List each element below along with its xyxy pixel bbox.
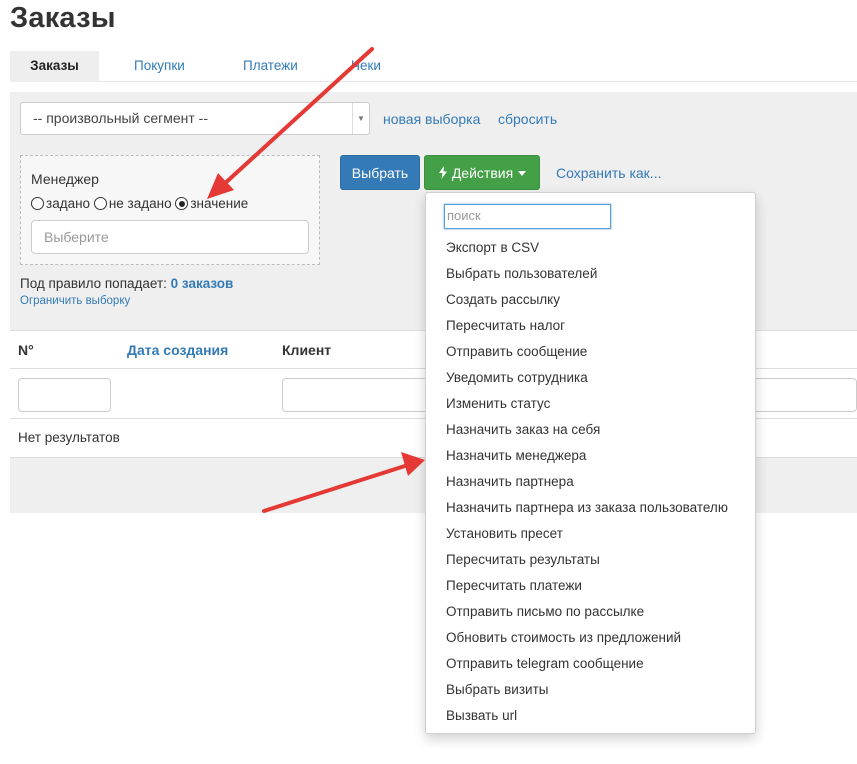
dropdown-item[interactable]: Создать рассылку [426, 287, 755, 313]
radio-value-label: значение [190, 196, 249, 211]
dropdown-item[interactable]: Отправить сообщение [426, 339, 755, 365]
manager-select-input[interactable]: Выберите [31, 220, 309, 254]
dropdown-item[interactable]: Назначить партнера из заказа пользовател… [426, 495, 755, 521]
reset-link[interactable]: сбросить [498, 111, 557, 127]
rule-count-link[interactable]: 0 заказов [171, 276, 234, 291]
radio-circle-icon[interactable] [93, 197, 107, 210]
select-arrow-icon[interactable]: ▼ [352, 103, 369, 134]
column-number: N° [18, 342, 34, 358]
dropdown-item[interactable]: Экспорт в CSV [426, 235, 755, 261]
segment-select-value: -- произвольный сегмент -- [33, 110, 208, 126]
dropdown-item[interactable]: Уведомить сотрудника [426, 365, 755, 391]
tab-payments[interactable]: Платежи [243, 51, 298, 82]
dropdown-item[interactable]: Изменить статус [426, 391, 755, 417]
dropdown-item[interactable]: Выбрать визиты [426, 677, 755, 703]
dropdown-item[interactable]: Отправить telegram сообщение [426, 651, 755, 677]
radio-set[interactable]: задано [31, 196, 90, 211]
dropdown-item[interactable]: Назначить менеджера [426, 443, 755, 469]
radio-not-set[interactable]: не задано [93, 196, 172, 211]
column-client: Клиент [282, 342, 332, 358]
actions-button[interactable]: Действия [424, 155, 540, 190]
dropdown-item[interactable]: Отправить письмо по рассылке [426, 599, 755, 625]
manager-radio-group: задано не задано значение [31, 196, 248, 211]
save-as-link[interactable]: Сохранить как... [556, 165, 661, 181]
dropdown-item[interactable]: Назначить заказ на себя [426, 417, 755, 443]
radio-checked-icon[interactable] [175, 197, 189, 210]
rule-prefix: Под правило попадает: [20, 276, 167, 291]
select-button[interactable]: Выбрать [340, 155, 420, 190]
rule-summary: Под правило попадает: 0 заказов [20, 276, 233, 291]
tab-purchases[interactable]: Покупки [134, 51, 185, 82]
tab-orders[interactable]: Заказы [10, 51, 99, 82]
dropdown-item[interactable]: Пересчитать налог [426, 313, 755, 339]
lightning-icon [438, 166, 447, 179]
dropdown-search-input[interactable]: поиск [444, 204, 611, 229]
caret-down-icon [518, 171, 527, 176]
dropdown-item[interactable]: Пересчитать результаты [426, 547, 755, 573]
radio-not-set-label: не задано [108, 196, 172, 211]
radio-circle-icon[interactable] [31, 197, 44, 210]
manager-label: Менеджер [31, 171, 99, 187]
dropdown-list: Экспорт в CSV Выбрать пользователей Создат… [426, 235, 755, 729]
dropdown-item[interactable]: Установить пресет [426, 521, 755, 547]
dropdown-item[interactable]: Назначить партнера [426, 469, 755, 495]
dropdown-item[interactable]: Пересчитать платежи [426, 573, 755, 599]
radio-set-label: задано [46, 196, 91, 211]
tabs-bar: Заказы Покупки Платежи Чеки [10, 51, 857, 82]
page-title: Заказы [10, 2, 116, 34]
dropdown-item[interactable]: Выбрать пользователей [426, 261, 755, 287]
radio-value[interactable]: значение [175, 196, 248, 211]
column-created-date[interactable]: Дата создания [127, 342, 228, 358]
manager-filter-box: Менеджер задано не задано значение Выбер… [20, 155, 320, 265]
segment-select[interactable]: -- произвольный сегмент -- ▼ [20, 102, 370, 135]
empty-results-text: Нет результатов [18, 430, 120, 445]
number-filter-input[interactable] [18, 378, 111, 412]
actions-dropdown-menu: поиск Экспорт в CSV Выбрать пользователей… [425, 192, 756, 734]
dropdown-item[interactable]: Обновить стоимость из предложений [426, 625, 755, 651]
limit-selection-link[interactable]: Ограничить выборку [20, 295, 130, 307]
actions-button-label: Действия [451, 165, 514, 181]
dropdown-item[interactable]: Вызвать url [426, 703, 755, 729]
tab-receipts[interactable]: Чеки [351, 51, 381, 82]
new-selection-link[interactable]: новая выборка [383, 111, 480, 127]
